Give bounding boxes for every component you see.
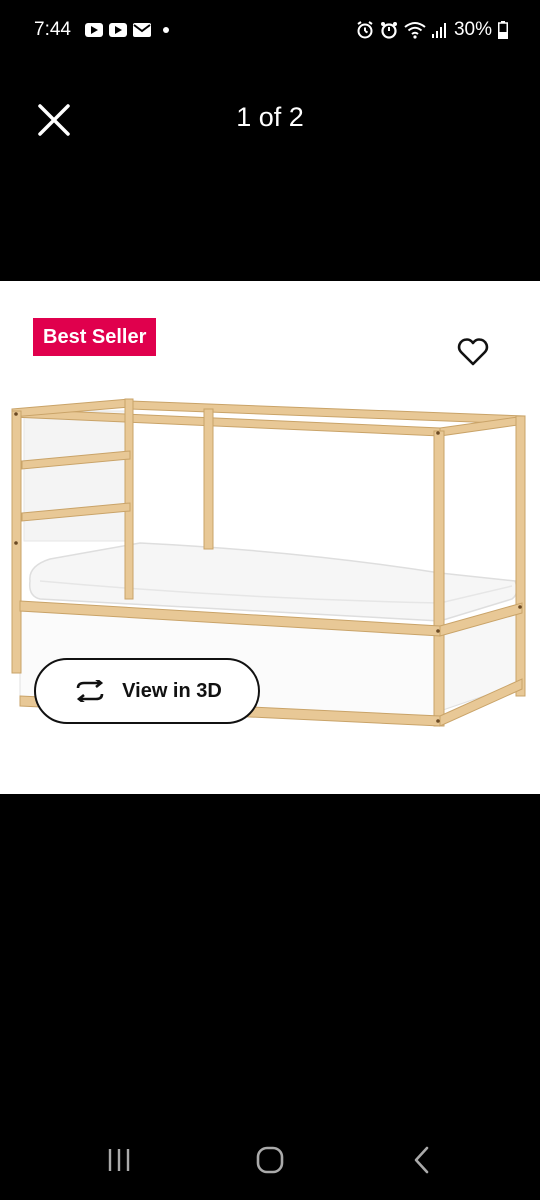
status-left: 7:44 (34, 19, 169, 41)
more-notifications-dot (162, 27, 169, 33)
best-seller-badge: Best Seller (33, 318, 157, 356)
system-navigation-bar (0, 1120, 540, 1200)
image-counter: 1 of 2 (236, 102, 304, 132)
status-bar: 7:44 30% (0, 0, 540, 60)
image-viewer-header: 1 of 2 (0, 80, 540, 158)
home-icon (256, 1146, 284, 1174)
alarm-clock-icon (356, 21, 374, 39)
heart-icon (457, 338, 489, 366)
signal-icon (431, 22, 446, 38)
mail-icon (132, 23, 151, 37)
product-image-panel[interactable]: Best Seller View in 3D (0, 281, 540, 794)
view-in-3d-button[interactable]: View in 3D (34, 658, 260, 724)
recent-apps-icon (108, 1149, 130, 1171)
back-button[interactable] (400, 1142, 444, 1178)
home-button[interactable] (248, 1142, 292, 1178)
battery-icon (498, 21, 508, 39)
back-icon (414, 1146, 429, 1174)
view-in-3d-label: View in 3D (122, 679, 222, 702)
alarm-icon (380, 21, 398, 39)
youtube-icon (84, 23, 103, 37)
battery-percent: 30% (453, 19, 492, 40)
rotate-3d-icon (76, 680, 104, 702)
youtube-icon (108, 23, 127, 37)
favorite-button[interactable] (454, 334, 492, 370)
status-time: 7:44 (34, 19, 71, 40)
status-right: 30% (356, 19, 508, 41)
badge-label: Best Seller (43, 325, 147, 348)
recent-apps-button[interactable] (97, 1142, 141, 1178)
wifi-icon (404, 21, 426, 39)
